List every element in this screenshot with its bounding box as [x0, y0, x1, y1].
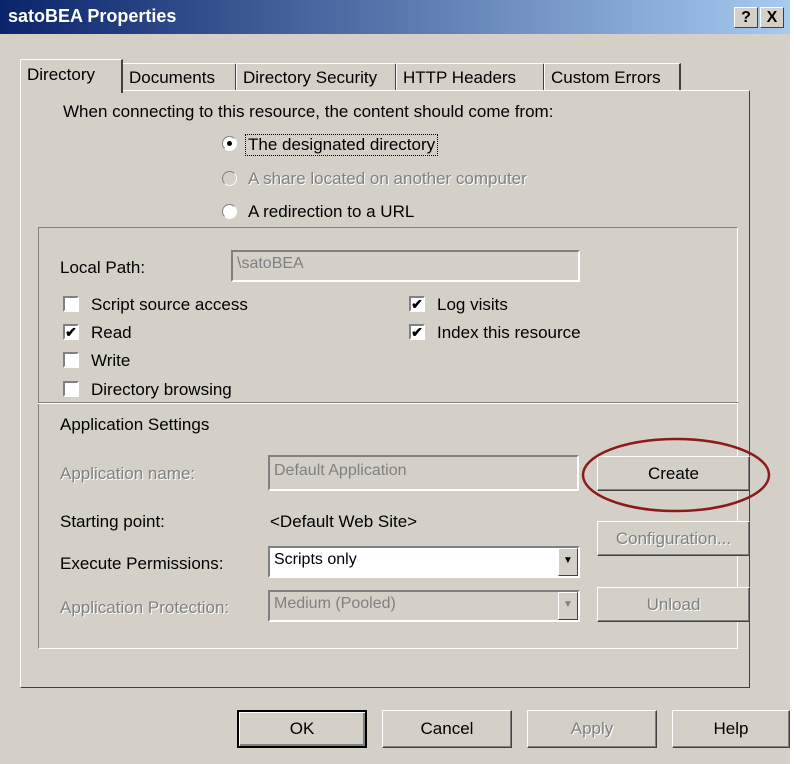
properties-dialog: satoBEA Properties ? X Directory Documen…	[0, 0, 790, 764]
tab-label: HTTP Headers	[403, 68, 517, 87]
chevron-down-icon: ▼	[558, 592, 578, 620]
help-question-button[interactable]: ?	[734, 7, 758, 28]
execute-permissions-label: Execute Permissions:	[60, 554, 224, 573]
local-path-label: Local Path:	[60, 258, 146, 277]
annotation-circle	[581, 437, 771, 513]
tab-http-headers[interactable]: HTTP Headers	[396, 63, 545, 91]
cancel-button[interactable]: Cancel	[382, 710, 512, 748]
script-source-access-checkbox[interactable]	[63, 296, 79, 312]
tab-label: Custom Errors	[551, 68, 661, 87]
application-name-label: Application name:	[60, 464, 196, 483]
radio-redirection-url[interactable]	[222, 204, 237, 219]
application-protection-value: Medium (Pooled)	[274, 595, 396, 612]
tab-custom-errors[interactable]: Custom Errors	[544, 63, 681, 91]
title-bar[interactable]: satoBEA Properties ? X	[0, 0, 790, 34]
tab-directory[interactable]: Directory	[20, 59, 123, 93]
tab-directory-security[interactable]: Directory Security	[236, 63, 397, 91]
configuration-button: Configuration...	[597, 521, 750, 556]
read-label[interactable]: Read	[91, 323, 132, 343]
tab-strip: Directory Documents Directory Security H…	[20, 59, 770, 93]
window-title: satoBEA Properties	[8, 6, 177, 26]
execute-permissions-value: Scripts only	[274, 551, 357, 568]
application-name-field: Default Application	[268, 455, 579, 491]
radio-designated-directory-label[interactable]: The designated directory	[245, 134, 439, 156]
apply-button: Apply	[527, 710, 657, 748]
script-source-access-label[interactable]: Script source access	[91, 295, 248, 315]
radio-redirection-url-label[interactable]: A redirection to a URL	[248, 202, 414, 222]
application-protection-label: Application Protection:	[60, 598, 230, 617]
application-protection-dropdown: Medium (Pooled) ▼	[268, 590, 580, 622]
content-source-prompt: When connecting to this resource, the co…	[63, 102, 554, 121]
section-divider	[38, 402, 738, 404]
index-resource-checkbox[interactable]: ✔	[409, 324, 425, 340]
unload-button: Unload	[597, 587, 750, 622]
index-resource-label[interactable]: Index this resource	[437, 323, 581, 343]
tab-documents[interactable]: Documents	[122, 63, 237, 91]
application-settings-heading: Application Settings	[60, 415, 210, 434]
starting-point-label: Starting point:	[60, 512, 165, 531]
log-visits-checkbox[interactable]: ✔	[409, 296, 425, 312]
help-button[interactable]: Help	[672, 710, 790, 748]
write-label[interactable]: Write	[91, 351, 130, 371]
tab-label: Directory Security	[243, 68, 378, 87]
local-path-field[interactable]: \satoBEA	[231, 250, 580, 282]
tab-label: Documents	[129, 68, 215, 87]
directory-browsing-label[interactable]: Directory browsing	[91, 380, 232, 400]
radio-selected-dot	[227, 141, 232, 146]
write-checkbox[interactable]	[63, 352, 79, 368]
execute-permissions-dropdown[interactable]: Scripts only ▼	[268, 546, 580, 578]
directory-browsing-checkbox[interactable]	[63, 381, 79, 397]
radio-designated-directory[interactable]	[222, 136, 237, 151]
ok-button[interactable]: OK	[237, 710, 367, 748]
starting-point-value: <Default Web Site>	[270, 512, 418, 531]
chevron-down-icon[interactable]: ▼	[558, 548, 578, 576]
radio-share-location-label: A share located on another computer	[248, 169, 527, 188]
log-visits-label[interactable]: Log visits	[437, 295, 508, 315]
tab-label: Directory	[27, 65, 96, 84]
radio-share-location	[222, 171, 237, 186]
close-button[interactable]: X	[760, 7, 784, 28]
read-checkbox[interactable]: ✔	[63, 324, 79, 340]
